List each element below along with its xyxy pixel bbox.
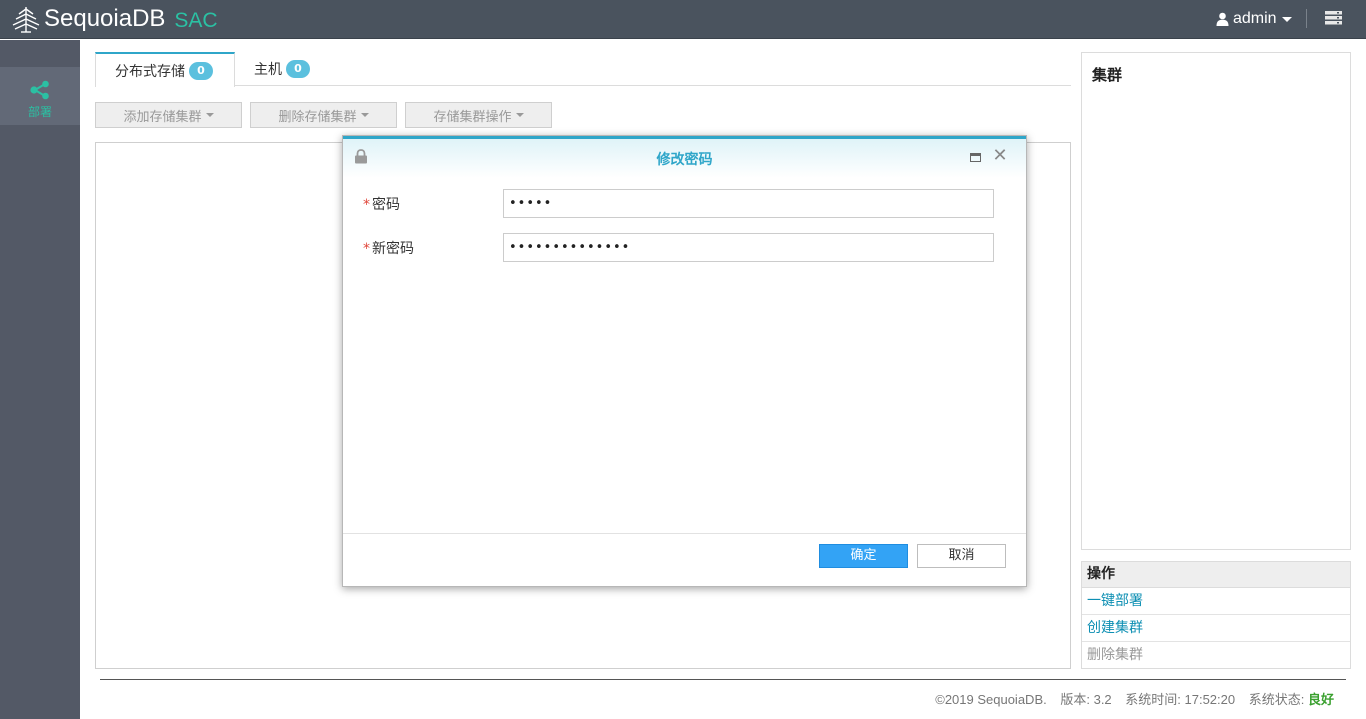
user-icon xyxy=(1216,12,1229,26)
sidebar-item-label: 部署 xyxy=(27,105,52,119)
create-cluster-link[interactable]: 创建集群 xyxy=(1082,615,1350,642)
tree-logo-icon xyxy=(12,7,40,33)
new-password-label: * 新密码 xyxy=(363,238,414,258)
tab-hosts[interactable]: 主机 0 xyxy=(254,52,310,86)
dialog-footer-divider xyxy=(343,533,1026,534)
user-name: admin xyxy=(1233,10,1277,27)
close-icon[interactable]: ✕ xyxy=(992,147,1008,165)
brand-name: SequoiaDB xyxy=(44,5,166,32)
product-name: SAC xyxy=(174,8,218,32)
delete-cluster-link: 删除集群 xyxy=(1087,647,1143,663)
chevron-down-icon xyxy=(515,113,524,117)
version: 版本: 3.2 xyxy=(1060,692,1112,707)
sidebar: 部署 xyxy=(0,40,80,719)
dialog-title: 修改密码 xyxy=(656,152,713,168)
share-icon xyxy=(30,80,49,100)
top-bar: SequoiaDB SAC admin xyxy=(0,0,1366,39)
chevron-down-icon xyxy=(360,113,369,117)
password-label: * 密码 xyxy=(363,194,400,214)
maximize-icon[interactable] xyxy=(970,153,981,162)
logo[interactable]: SequoiaDB SAC xyxy=(10,4,218,34)
cluster-info-panel: 集群 xyxy=(1081,52,1351,550)
cluster-panel-title: 集群 xyxy=(1092,66,1123,84)
sidebar-item-deploy[interactable]: 部署 xyxy=(0,67,80,125)
tab-label: 主机 xyxy=(254,62,282,78)
change-password-dialog: 修改密码 ✕ * 密码 ••••• * 新密码 •••••••••••••• 确定 … xyxy=(342,135,1027,587)
operations-panel: 操作 一键部署 创建集群 删除集群 xyxy=(1081,561,1351,669)
tab-distributed-storage[interactable]: 分布式存储 0 xyxy=(95,52,235,87)
count-badge: 0 xyxy=(189,61,213,80)
footer-divider xyxy=(100,679,1346,680)
button-label: 添加存储集群 xyxy=(123,109,202,125)
header-divider xyxy=(1306,9,1307,28)
footer: ©2019 SequoiaDB. 版本: 3.2 系统时间: 17:52:20 … xyxy=(935,689,1334,708)
new-password-input[interactable]: •••••••••••••• xyxy=(503,233,994,262)
server-menu-icon[interactable] xyxy=(1325,11,1342,25)
count-badge: 0 xyxy=(286,60,310,78)
required-mark: * xyxy=(363,197,370,213)
storage-cluster-operations-button[interactable]: 存储集群操作 xyxy=(405,102,552,128)
one-click-deploy-link[interactable]: 一键部署 xyxy=(1082,588,1350,615)
cancel-button[interactable]: 取消 xyxy=(917,544,1006,568)
user-menu[interactable]: admin xyxy=(1216,9,1292,29)
button-label: 删除存储集群 xyxy=(278,109,357,125)
confirm-button[interactable]: 确定 xyxy=(819,544,908,568)
password-input[interactable]: ••••• xyxy=(503,189,994,218)
tab-label: 分布式存储 xyxy=(115,63,185,80)
system-time: 系统时间: 17:52:20 xyxy=(1125,692,1236,707)
add-storage-cluster-button[interactable]: 添加存储集群 xyxy=(95,102,242,128)
field-label: 新密码 xyxy=(372,241,414,257)
chevron-down-icon xyxy=(1281,16,1292,22)
delete-storage-cluster-button[interactable]: 删除存储集群 xyxy=(250,102,397,128)
system-status-value: 良好 xyxy=(1307,692,1334,707)
copyright: ©2019 SequoiaDB. xyxy=(935,692,1047,707)
tab-bar: 分布式存储 0 主机 0 xyxy=(95,52,1071,87)
operations-title: 操作 xyxy=(1082,562,1350,588)
required-mark: * xyxy=(363,241,370,257)
button-label: 存储集群操作 xyxy=(433,109,512,125)
dialog-header[interactable]: 修改密码 ✕ xyxy=(343,136,1026,178)
system-status-label: 系统状态: xyxy=(1248,692,1305,707)
field-label: 密码 xyxy=(372,197,400,213)
chevron-down-icon xyxy=(205,113,214,117)
